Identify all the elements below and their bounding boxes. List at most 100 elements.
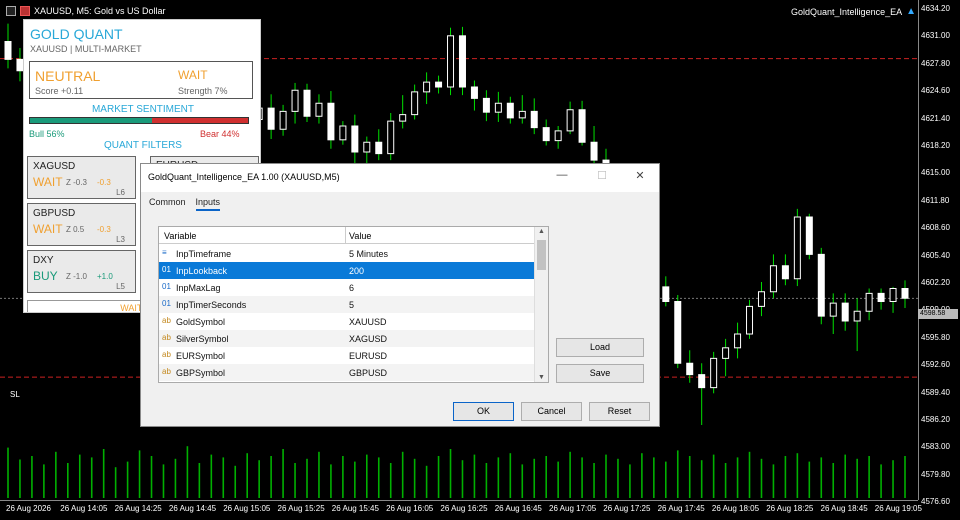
input-row[interactable]: ab EURSymbol EURUSD — [159, 347, 535, 364]
panel-subtitle: XAUUSD | MULTI-MARKET — [30, 44, 142, 54]
int-icon: 01 — [162, 265, 171, 274]
candle-body — [817, 253, 825, 317]
candle-body — [781, 265, 789, 280]
volume-bar — [67, 463, 69, 498]
scroll-down-icon[interactable]: ▼ — [538, 374, 545, 381]
volume-bar — [820, 457, 823, 498]
candle-body — [423, 81, 431, 93]
volume-bar — [90, 457, 93, 498]
scroll-thumb[interactable] — [537, 240, 546, 270]
input-row[interactable]: 01 InpLookback 200 — [159, 262, 535, 279]
save-button[interactable]: Save — [556, 364, 644, 383]
candle-body — [662, 286, 670, 302]
input-row[interactable]: 01 InpMaxLag 6 — [159, 279, 535, 296]
candle-body — [375, 141, 383, 155]
tab-inputs[interactable]: Inputs — [195, 197, 221, 211]
input-name: InpTimeframe — [176, 249, 232, 259]
reset-button[interactable]: Reset — [589, 402, 650, 421]
scroll-up-icon[interactable]: ▲ — [538, 228, 545, 235]
maximize-icon: ☐ — [597, 170, 607, 182]
volume-bar — [700, 460, 703, 498]
signal-box: NEUTRAL WAIT Score +0.11 Strength 7% — [29, 61, 253, 99]
volume-bar — [7, 447, 9, 498]
candle-body — [506, 102, 514, 119]
input-value[interactable]: XAUUSD — [349, 317, 387, 327]
filter-z: Z -1.0 — [66, 272, 87, 281]
cancel-button[interactable]: Cancel — [521, 402, 582, 421]
filter-card-xagusd: XAGUSD WAIT Z -0.3 -0.3 L6 — [27, 156, 136, 199]
column-value[interactable]: Value — [349, 231, 371, 241]
time-axis-label: 26 Aug 16:05 — [386, 504, 434, 513]
volume-bar — [138, 450, 141, 498]
filter-state: WAIT — [33, 175, 63, 189]
candle-body — [351, 125, 359, 153]
time-axis-label: 26 Aug 18:25 — [766, 504, 814, 513]
volume-bar — [653, 457, 655, 498]
volume-bar — [222, 457, 225, 498]
chart-window-icon[interactable] — [6, 6, 16, 16]
candle-body — [829, 302, 837, 317]
input-value[interactable]: 200 — [349, 266, 364, 276]
input-row[interactable]: 01 InpTimerSeconds 5 — [159, 296, 535, 313]
inputs-scrollbar[interactable]: ▲ ▼ — [534, 227, 548, 382]
tab-common[interactable]: Common — [149, 197, 186, 211]
time-axis-label: 26 Aug 14:25 — [114, 504, 162, 513]
input-value[interactable]: 6 — [349, 283, 354, 293]
candle-body — [853, 310, 861, 322]
candle-body — [518, 110, 526, 119]
filter-name: XAGUSD — [33, 161, 76, 172]
candle-body — [411, 91, 419, 116]
volume-bar — [246, 453, 248, 498]
filter-change: -0.3 — [97, 225, 111, 234]
candle-body — [722, 347, 730, 359]
volume-bar — [569, 451, 571, 498]
input-row[interactable]: ab GBPSymbol GBPUSD — [159, 364, 535, 381]
candle-body — [542, 127, 550, 142]
enum-icon: ≡ — [162, 248, 167, 257]
input-row[interactable]: ≡ InpTimeframe 5 Minutes — [159, 245, 535, 262]
input-value[interactable]: GBPUSD — [349, 368, 387, 378]
candle-body — [686, 362, 694, 376]
volume-bar — [102, 449, 105, 498]
volume-bar — [162, 464, 165, 498]
volume-bar — [210, 454, 213, 498]
volume-bar — [294, 463, 296, 498]
volume-bar — [605, 454, 607, 498]
minimize-icon[interactable]: — — [551, 169, 573, 185]
candle-body — [4, 41, 12, 60]
candle-body — [291, 89, 299, 112]
input-row[interactable]: ab SilverSymbol XAGUSD — [159, 330, 535, 347]
dialog-titlebar[interactable]: GoldQuant_Intelligence_EA 1.00 (XAUUSD,M… — [141, 164, 659, 192]
input-row[interactable]: ab GoldSymbol XAUUSD — [159, 313, 535, 330]
column-variable[interactable]: Variable — [164, 231, 196, 241]
volume-bar — [796, 453, 799, 498]
time-axis-label: 26 Aug 17:25 — [603, 504, 651, 513]
time-axis-label: 26 Aug 17:05 — [549, 504, 597, 513]
price-axis-label: 4624.60 — [921, 86, 950, 96]
input-name: InpMaxLag — [176, 283, 221, 293]
input-value[interactable]: 5 Minutes — [349, 249, 388, 259]
close-icon[interactable]: ✕ — [629, 169, 651, 185]
input-name: InpLookback — [176, 266, 228, 276]
panel-title: GOLD QUANT — [30, 26, 123, 42]
load-button[interactable]: Load — [556, 338, 644, 357]
signal-state: NEUTRAL — [35, 68, 101, 84]
input-value[interactable]: 5 — [349, 300, 354, 310]
ea-hat-icon: ▲ — [906, 6, 916, 17]
volume-bar — [521, 464, 524, 498]
volume-bar — [31, 456, 33, 498]
volume-bar — [270, 456, 272, 498]
ok-button[interactable]: OK — [453, 402, 514, 421]
volume-bar — [868, 456, 870, 498]
volume-bar — [437, 456, 440, 498]
filter-lag: L5 — [116, 282, 125, 291]
volume-bar — [557, 461, 559, 498]
input-name: EURSymbol — [176, 351, 226, 361]
bull-label: Bull 56% — [29, 129, 65, 139]
ea-indicator[interactable]: GoldQuant_Intelligence_EA ▲ — [791, 6, 916, 17]
filter-name: GBPUSD — [33, 208, 76, 219]
input-value[interactable]: EURUSD — [349, 351, 387, 361]
volume-bar — [760, 458, 763, 498]
input-value[interactable]: XAGUSD — [349, 334, 387, 344]
filter-change: -0.3 — [97, 178, 111, 187]
